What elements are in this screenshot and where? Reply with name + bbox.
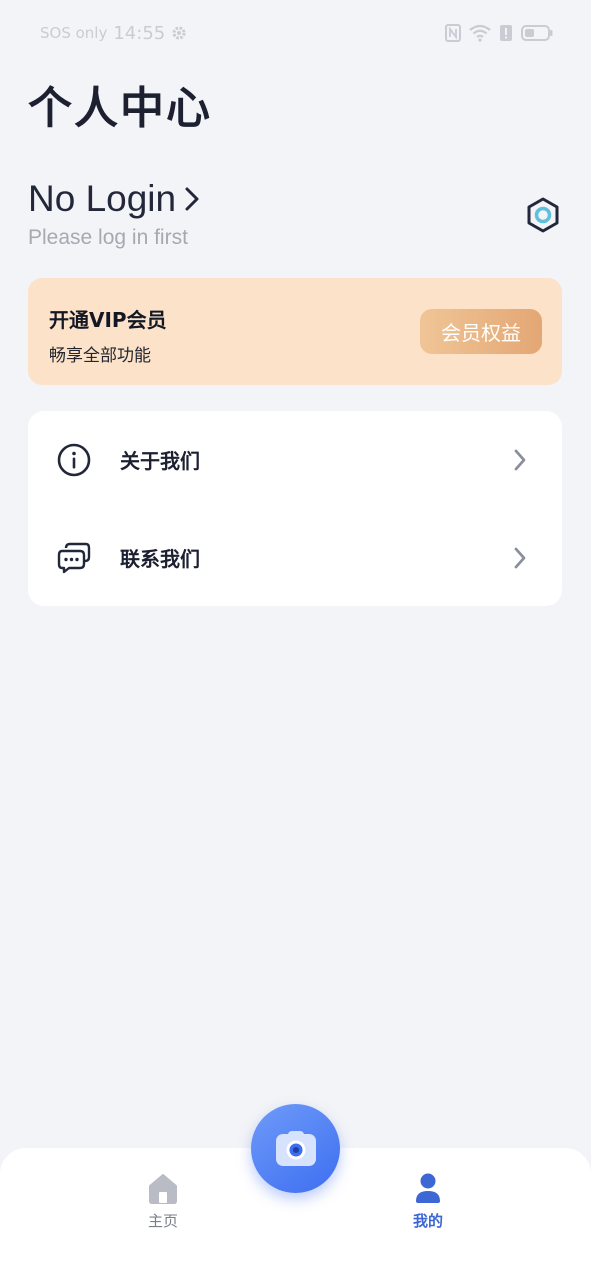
alert-icon bbox=[500, 25, 512, 41]
tab-home[interactable]: 主页 bbox=[118, 1172, 208, 1242]
menu-item-about[interactable]: 关于我们 bbox=[28, 411, 562, 508]
wifi-icon bbox=[469, 24, 491, 42]
tab-mine-label: 我的 bbox=[412, 1212, 443, 1230]
status-left: SOS only 14:55 bbox=[40, 23, 187, 44]
login-block: No Login Please log in first bbox=[28, 178, 200, 250]
status-right bbox=[445, 24, 553, 42]
battery-icon bbox=[521, 25, 553, 41]
menu-item-label: 关于我们 bbox=[120, 449, 200, 473]
nfc-icon bbox=[445, 24, 461, 42]
carrier-text: SOS only bbox=[40, 24, 108, 42]
user-icon bbox=[416, 1173, 440, 1203]
tab-mine[interactable]: 我的 bbox=[383, 1172, 473, 1242]
home-icon bbox=[149, 1174, 177, 1204]
login-title: No Login bbox=[28, 178, 177, 219]
vip-benefits-button[interactable]: 会员权益 bbox=[420, 309, 542, 354]
gear-icon bbox=[172, 26, 186, 40]
settings-hexagon-icon[interactable] bbox=[524, 196, 562, 234]
camera-icon bbox=[275, 1130, 316, 1166]
tab-home-label: 主页 bbox=[147, 1212, 178, 1230]
page-title: 个人中心 bbox=[28, 83, 212, 134]
login-subtitle: Please log in first bbox=[28, 226, 188, 249]
menu-card: 关于我们 联系我们 bbox=[28, 411, 562, 606]
status-bar: SOS only 14:55 bbox=[0, 0, 591, 66]
status-time: 14:55 bbox=[113, 22, 166, 44]
menu-item-contact[interactable]: 联系我们 bbox=[28, 509, 562, 606]
info-icon bbox=[57, 443, 91, 476]
chevron-right-icon bbox=[514, 547, 526, 568]
login-link[interactable]: No Login bbox=[28, 178, 200, 220]
camera-button[interactable] bbox=[251, 1104, 340, 1193]
menu-item-label: 联系我们 bbox=[120, 547, 200, 571]
vip-card[interactable]: 开通VIP会员 畅享全部功能 会员权益 bbox=[28, 278, 562, 385]
chat-icon bbox=[57, 542, 91, 573]
chevron-right-icon bbox=[514, 449, 526, 470]
chevron-right-icon bbox=[185, 187, 199, 211]
